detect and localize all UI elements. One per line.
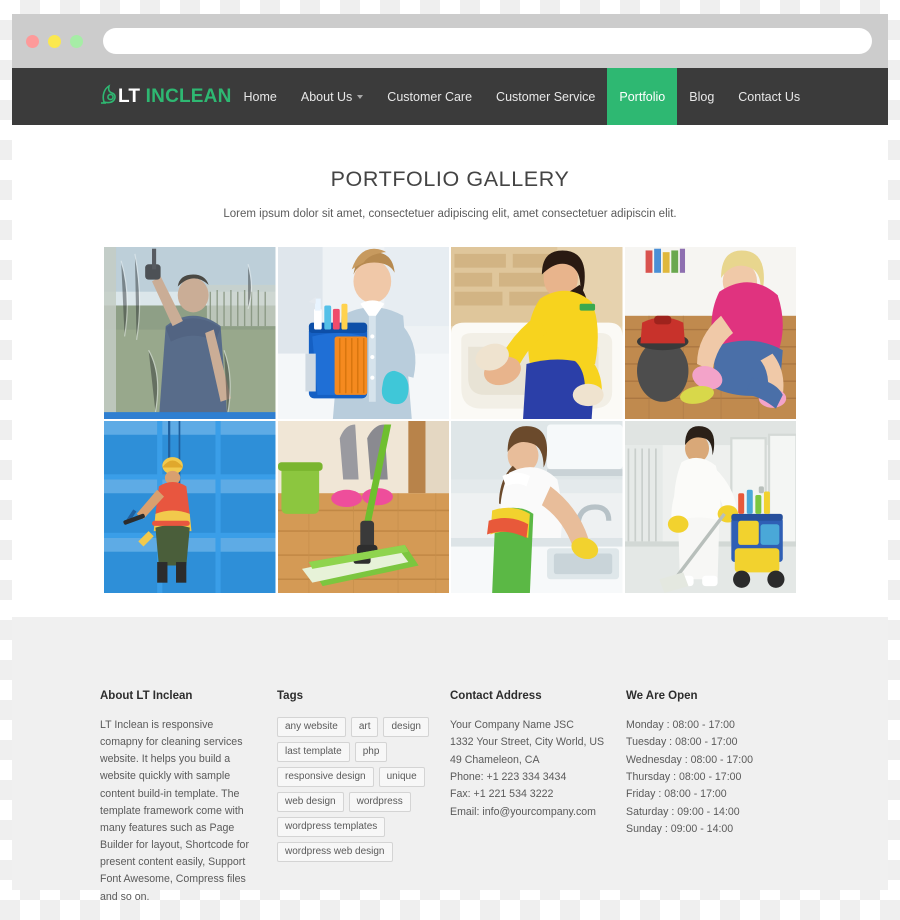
site-logo[interactable]: LT INCLEAN [12,68,232,125]
footer-contact-title: Contact Address [450,690,542,702]
hours-line-tuesday: Tuesday : 08:00 - 17:00 [626,736,738,749]
main-navigation: Home About Us Customer Care Customer Ser… [232,68,900,125]
nav-item-contact-us[interactable]: Contact Us [726,68,812,125]
portfolio-gallery [104,247,796,593]
tag-item[interactable]: last template [277,742,350,762]
contact-fax: Fax: +1 221 534 3222 [450,788,554,801]
nav-label: Customer Service [496,89,596,104]
tag-item[interactable]: wordpress templates [277,817,386,837]
hours-line-sunday: Sunday : 09:00 - 14:00 [626,823,734,836]
footer-about-text: LT Inclean is responsive comapny for cle… [100,719,249,903]
tag-item[interactable]: php [354,742,388,762]
hours-line-friday: Friday : 08:00 - 17:00 [626,788,727,801]
gallery-item-green-flat-mop-on-wooden-floor[interactable] [277,421,449,593]
footer-contact-section: Contact Address Your Company Name JSC 13… [450,690,626,906]
contact-line: Your Company Name JSC [450,719,574,731]
footer-hours-title: We Are Open [626,690,698,702]
page-title: PORTFOLIO GALLERY [330,167,570,191]
contact-line: 49 Chameleon, CA [450,753,540,766]
tag-item[interactable]: unique [378,767,425,787]
page-subtitle: Lorem ipsum dolor sit amet, consectetuer… [223,208,677,220]
nav-item-about-us[interactable]: About Us [289,68,375,125]
tag-item[interactable]: web design [277,792,344,812]
site-header: LT INCLEAN Home About Us Customer Care C… [12,68,888,125]
footer-tags-title: Tags [277,690,303,702]
hours-line-saturday: Saturday : 09:00 - 14:00 [626,805,740,818]
footer-hours-section: We Are Open Monday : 08:00 - 17:00 Tuesd… [626,690,800,906]
contact-line: 1332 Your Street, City World, US [450,736,605,749]
nav-item-customer-care[interactable]: Customer Care [375,68,484,125]
hours-line-monday: Monday : 08:00 - 17:00 [626,719,735,731]
footer-tags-section: Tags any website art design last templat… [277,690,450,906]
nav-label: Blog [689,89,715,104]
tag-item[interactable]: wordpress [348,792,411,812]
address-bar[interactable] [103,28,872,54]
nav-label: Home [243,89,277,104]
contact-email[interactable]: Email: info@yourcompany.com [450,804,626,821]
gallery-item-woman-cleaning-kitchen-sink[interactable] [451,421,623,593]
close-dot[interactable] [26,34,39,48]
gallery-item-window-cleaner-squeegee-outdoor[interactable] [104,247,276,419]
minimize-dot[interactable] [48,34,61,48]
nav-item-customer-service[interactable]: Customer Service [484,68,607,125]
hours-line-thursday: Thursday : 08:00 - 17:00 [626,771,742,784]
tag-item[interactable]: wordpress web design [277,842,393,862]
gallery-item-maid-with-blue-bucket-and-supplies[interactable] [277,247,449,419]
tag-item[interactable]: any website [277,717,346,737]
tag-item[interactable]: art [350,717,379,737]
tag-item[interactable]: design [383,717,429,737]
nav-item-home[interactable]: Home [232,68,289,125]
nav-label: Portfolio [619,89,666,104]
contact-phone: Phone: +1 223 334 3434 [450,771,567,784]
nav-label: About Us [300,89,353,104]
nav-label: Contact Us [738,89,801,104]
browser-window: LT INCLEAN Home About Us Customer Care C… [12,14,888,903]
hours-line-wednesday: Wednesday : 08:00 - 17:00 [626,753,754,766]
gallery-item-janitor-mopping-with-cleaning-cart[interactable] [624,421,796,593]
maximize-dot[interactable] [70,34,83,48]
tag-list: any website art design last template php… [277,717,450,862]
gallery-item-woman-scrubbing-wooden-floor-pink-shirt[interactable] [624,247,796,419]
nav-item-portfolio[interactable]: Portfolio [607,68,678,125]
tag-item[interactable]: responsive design [277,767,374,787]
main-content: PORTFOLIO GALLERY Lorem ipsum dolor sit … [12,125,888,617]
site-footer: About LT Inclean LT Inclean is responsiv… [12,617,888,903]
gallery-item-rope-access-high-rise-window-washer[interactable] [104,421,276,593]
gallery-item-woman-cleaning-bathtub-yellow-shirt[interactable] [451,247,623,419]
nav-item-blog[interactable]: Blog [677,68,726,125]
browser-chrome [12,14,888,68]
footer-about-section: About LT Inclean LT Inclean is responsiv… [100,690,277,906]
chevron-down-icon [357,94,364,99]
footer-about-title: About LT Inclean [100,690,193,702]
nav-label: Customer Care [387,89,473,104]
logo-text-primary: LT [118,85,141,107]
logo-text-secondary: INCLEAN [140,85,232,107]
vacuum-leaf-icon [100,84,117,109]
